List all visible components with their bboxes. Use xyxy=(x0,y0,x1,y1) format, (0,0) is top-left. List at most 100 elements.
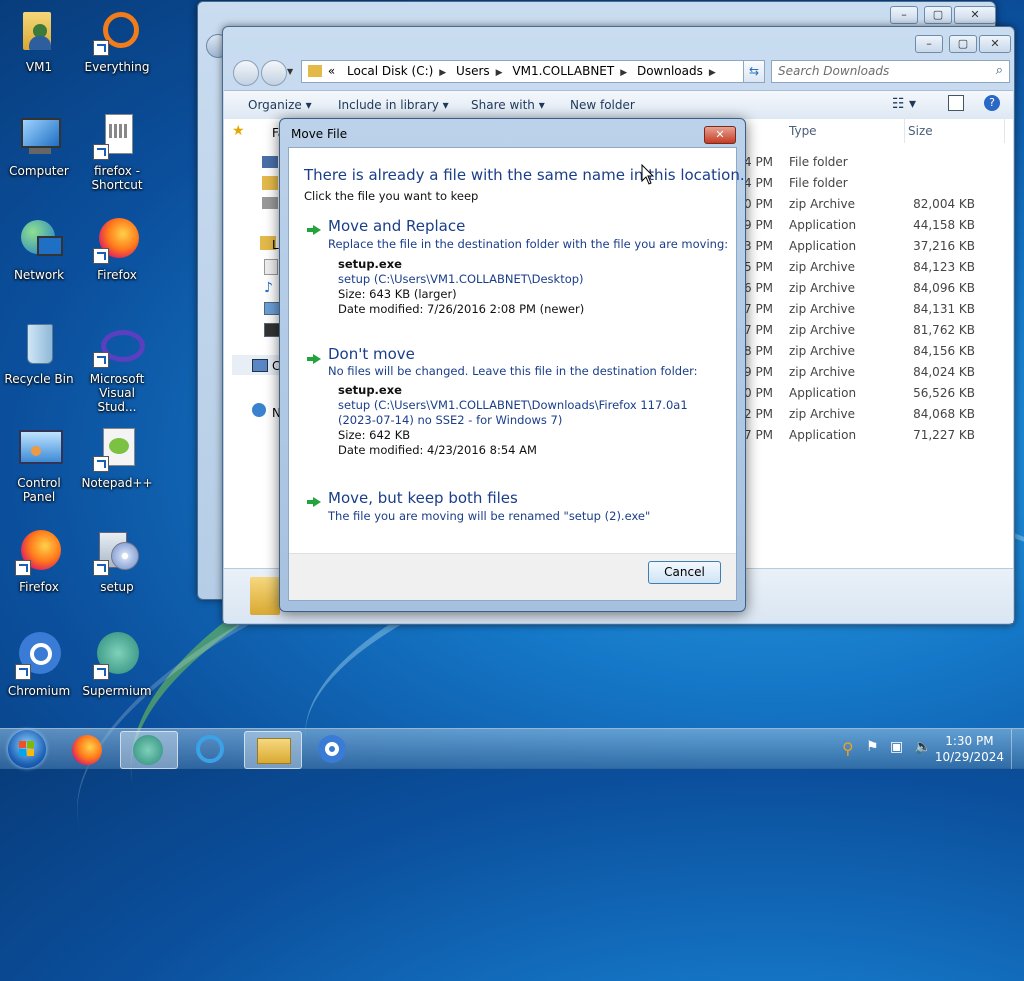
preview-pane-icon[interactable] xyxy=(948,95,964,111)
flag-icon[interactable]: ⚑ xyxy=(866,739,879,755)
shortcut-arrow-icon xyxy=(93,352,109,368)
desktop-icon-vm1[interactable]: VM1 xyxy=(1,8,77,74)
desktop-icon-computer[interactable]: Computer xyxy=(1,112,77,178)
favorites-star-icon: ★ xyxy=(232,123,245,139)
chevron-right-icon[interactable]: ▶ xyxy=(709,68,716,78)
supermium-icon xyxy=(93,632,141,680)
view-options-icon[interactable]: ☷ ▾ xyxy=(892,96,916,112)
computer-icon xyxy=(15,112,63,160)
desktop-icon-setup[interactable]: setup xyxy=(79,528,155,594)
breadcrumb-local-disk[interactable]: Local Disk (C:) xyxy=(341,61,439,82)
show-desktop-button[interactable] xyxy=(1011,729,1024,769)
minimize-button[interactable]: – xyxy=(915,35,943,53)
mouse-cursor-icon xyxy=(641,164,655,185)
chevron-right-icon[interactable]: ▶ xyxy=(620,68,627,78)
breadcrumb-vm1[interactable]: VM1.COLLABNET xyxy=(506,61,620,82)
taskbar: ⚲ ⚑ ▣ 🔈 1:30 PM 10/29/2024 xyxy=(0,728,1024,769)
shortcut-arrow-icon xyxy=(93,664,109,680)
file-size: Size: 642 KB xyxy=(338,428,411,442)
firefox-icon xyxy=(15,528,63,576)
green-arrow-icon xyxy=(307,354,321,364)
minimize-button[interactable]: – xyxy=(890,6,918,24)
desktop-icon-supermium[interactable]: Supermium xyxy=(79,632,155,698)
refresh-icon[interactable]: ⇆ xyxy=(743,60,765,83)
file-path: setup (C:\Users\VM1.COLLABNET\Downloads\… xyxy=(338,398,688,412)
shortcut-arrow-icon xyxy=(93,144,109,160)
search-input[interactable]: Search Downloads ⌕ xyxy=(771,60,1010,83)
green-arrow-icon xyxy=(307,225,321,235)
network-globe-icon xyxy=(15,216,63,264)
search-tray-icon[interactable]: ⚲ xyxy=(842,739,854,758)
option-title: Move and Replace xyxy=(328,217,466,235)
clock-time: 1:30 PM xyxy=(945,734,994,748)
desktop-icon-recycle-bin[interactable]: Recycle Bin xyxy=(1,320,77,386)
volume-icon[interactable]: 🔈 xyxy=(914,739,931,755)
desktop-icon-label: Everything xyxy=(84,60,150,74)
taskbar-supermium[interactable] xyxy=(120,731,178,769)
desktop-icon-label: Chromium xyxy=(7,684,71,698)
taskbar-internet-explorer[interactable] xyxy=(184,731,240,767)
address-overflow[interactable]: « xyxy=(326,61,337,82)
chevron-right-icon[interactable]: ▶ xyxy=(496,68,503,78)
forward-button[interactable] xyxy=(261,60,287,86)
maximize-button[interactable]: ▢ xyxy=(924,6,952,24)
file-path-cont: (2023-07-14) no SSE2 - for Windows 7) xyxy=(338,413,563,427)
desktop-icon-label: Network xyxy=(13,268,65,282)
desktop-icon-notepadpp[interactable]: Notepad++ xyxy=(79,424,155,490)
conflict-heading: There is already a file with the same na… xyxy=(304,166,745,184)
system-clock[interactable]: 1:30 PM 10/29/2024 xyxy=(935,733,1004,765)
desktop-icon-label: setup xyxy=(100,580,134,594)
desktop-icon-firefox-2[interactable]: Firefox xyxy=(1,528,77,594)
dialog-close-button[interactable]: ✕ xyxy=(704,126,736,144)
column-header-type[interactable]: Type xyxy=(789,119,905,143)
organize-button[interactable]: Organize ▾ xyxy=(248,98,312,112)
file-date: Date modified: 7/26/2016 2:08 PM (newer) xyxy=(338,302,585,316)
desktop-icon-network[interactable]: Network xyxy=(1,216,77,282)
desktop-icon-chromium[interactable]: Chromium xyxy=(1,632,77,698)
move-and-replace-option[interactable]: Move and Replace Replace the file in the… xyxy=(295,214,729,316)
close-button[interactable]: ✕ xyxy=(954,6,996,24)
column-header-size[interactable]: Size xyxy=(908,119,1005,143)
share-with-button[interactable]: Share with ▾ xyxy=(471,98,545,112)
desktop-icon-control-panel[interactable]: Control Panel xyxy=(1,424,77,504)
new-folder-button[interactable]: New folder xyxy=(570,98,635,112)
include-in-library-button[interactable]: Include in library ▾ xyxy=(338,98,449,112)
shortcut-arrow-icon xyxy=(93,456,109,472)
taskbar-firefox[interactable] xyxy=(60,731,116,767)
move-file-dialog[interactable]: Move File ✕ There is already a file with… xyxy=(279,118,746,612)
desktop-icon-visual-studio[interactable]: Microsoft Visual Stud... xyxy=(79,320,155,414)
search-icon[interactable]: ⌕ xyxy=(996,63,1003,78)
taskbar-explorer[interactable] xyxy=(244,731,302,769)
file-date: Date modified: 4/23/2016 8:54 AM xyxy=(338,443,537,457)
breadcrumb-users[interactable]: Users xyxy=(450,61,496,82)
taskbar-chromium[interactable] xyxy=(306,731,362,767)
internet-explorer-icon xyxy=(196,735,224,763)
close-button[interactable]: ✕ xyxy=(979,35,1011,53)
keep-both-option[interactable]: Move, but keep both files The file you a… xyxy=(295,486,725,526)
help-icon[interactable]: ? xyxy=(984,95,1000,111)
recent-pages-dropdown[interactable]: ▼ xyxy=(287,67,293,76)
chevron-right-icon[interactable]: ▶ xyxy=(439,68,446,78)
dialog-footer: Cancel xyxy=(289,553,736,600)
dont-move-option[interactable]: Don't move No files will be changed. Lea… xyxy=(295,343,725,458)
desktop-icon-everything[interactable]: Everything xyxy=(79,8,155,74)
dialog-body: There is already a file with the same na… xyxy=(288,147,745,601)
desktop-icon-label: Recycle Bin xyxy=(4,372,74,386)
option-title: Move, but keep both files xyxy=(328,489,518,507)
visual-studio-icon xyxy=(93,320,145,368)
firefox-icon xyxy=(93,216,141,264)
desktop-icon-firefox[interactable]: Firefox xyxy=(79,216,155,282)
maximize-button[interactable]: ▢ xyxy=(949,35,977,53)
start-button[interactable] xyxy=(8,730,46,768)
shortcut-arrow-icon xyxy=(15,664,31,680)
cancel-button[interactable]: Cancel xyxy=(648,561,721,584)
file-name: setup.exe xyxy=(338,383,402,397)
back-button[interactable] xyxy=(233,60,259,86)
user-folder-icon xyxy=(15,8,63,56)
address-bar[interactable]: « Local Disk (C:) ▶ Users ▶ VM1.COLLABNET ▶… xyxy=(301,60,765,83)
network-tray-icon[interactable]: ▣ xyxy=(890,739,903,755)
option-title: Don't move xyxy=(328,345,415,363)
breadcrumb-downloads[interactable]: Downloads xyxy=(631,61,709,82)
desktop-icon-firefox-shortcut[interactable]: firefox - Shortcut xyxy=(79,112,155,192)
option-description: Replace the file in the destination fold… xyxy=(328,237,729,251)
